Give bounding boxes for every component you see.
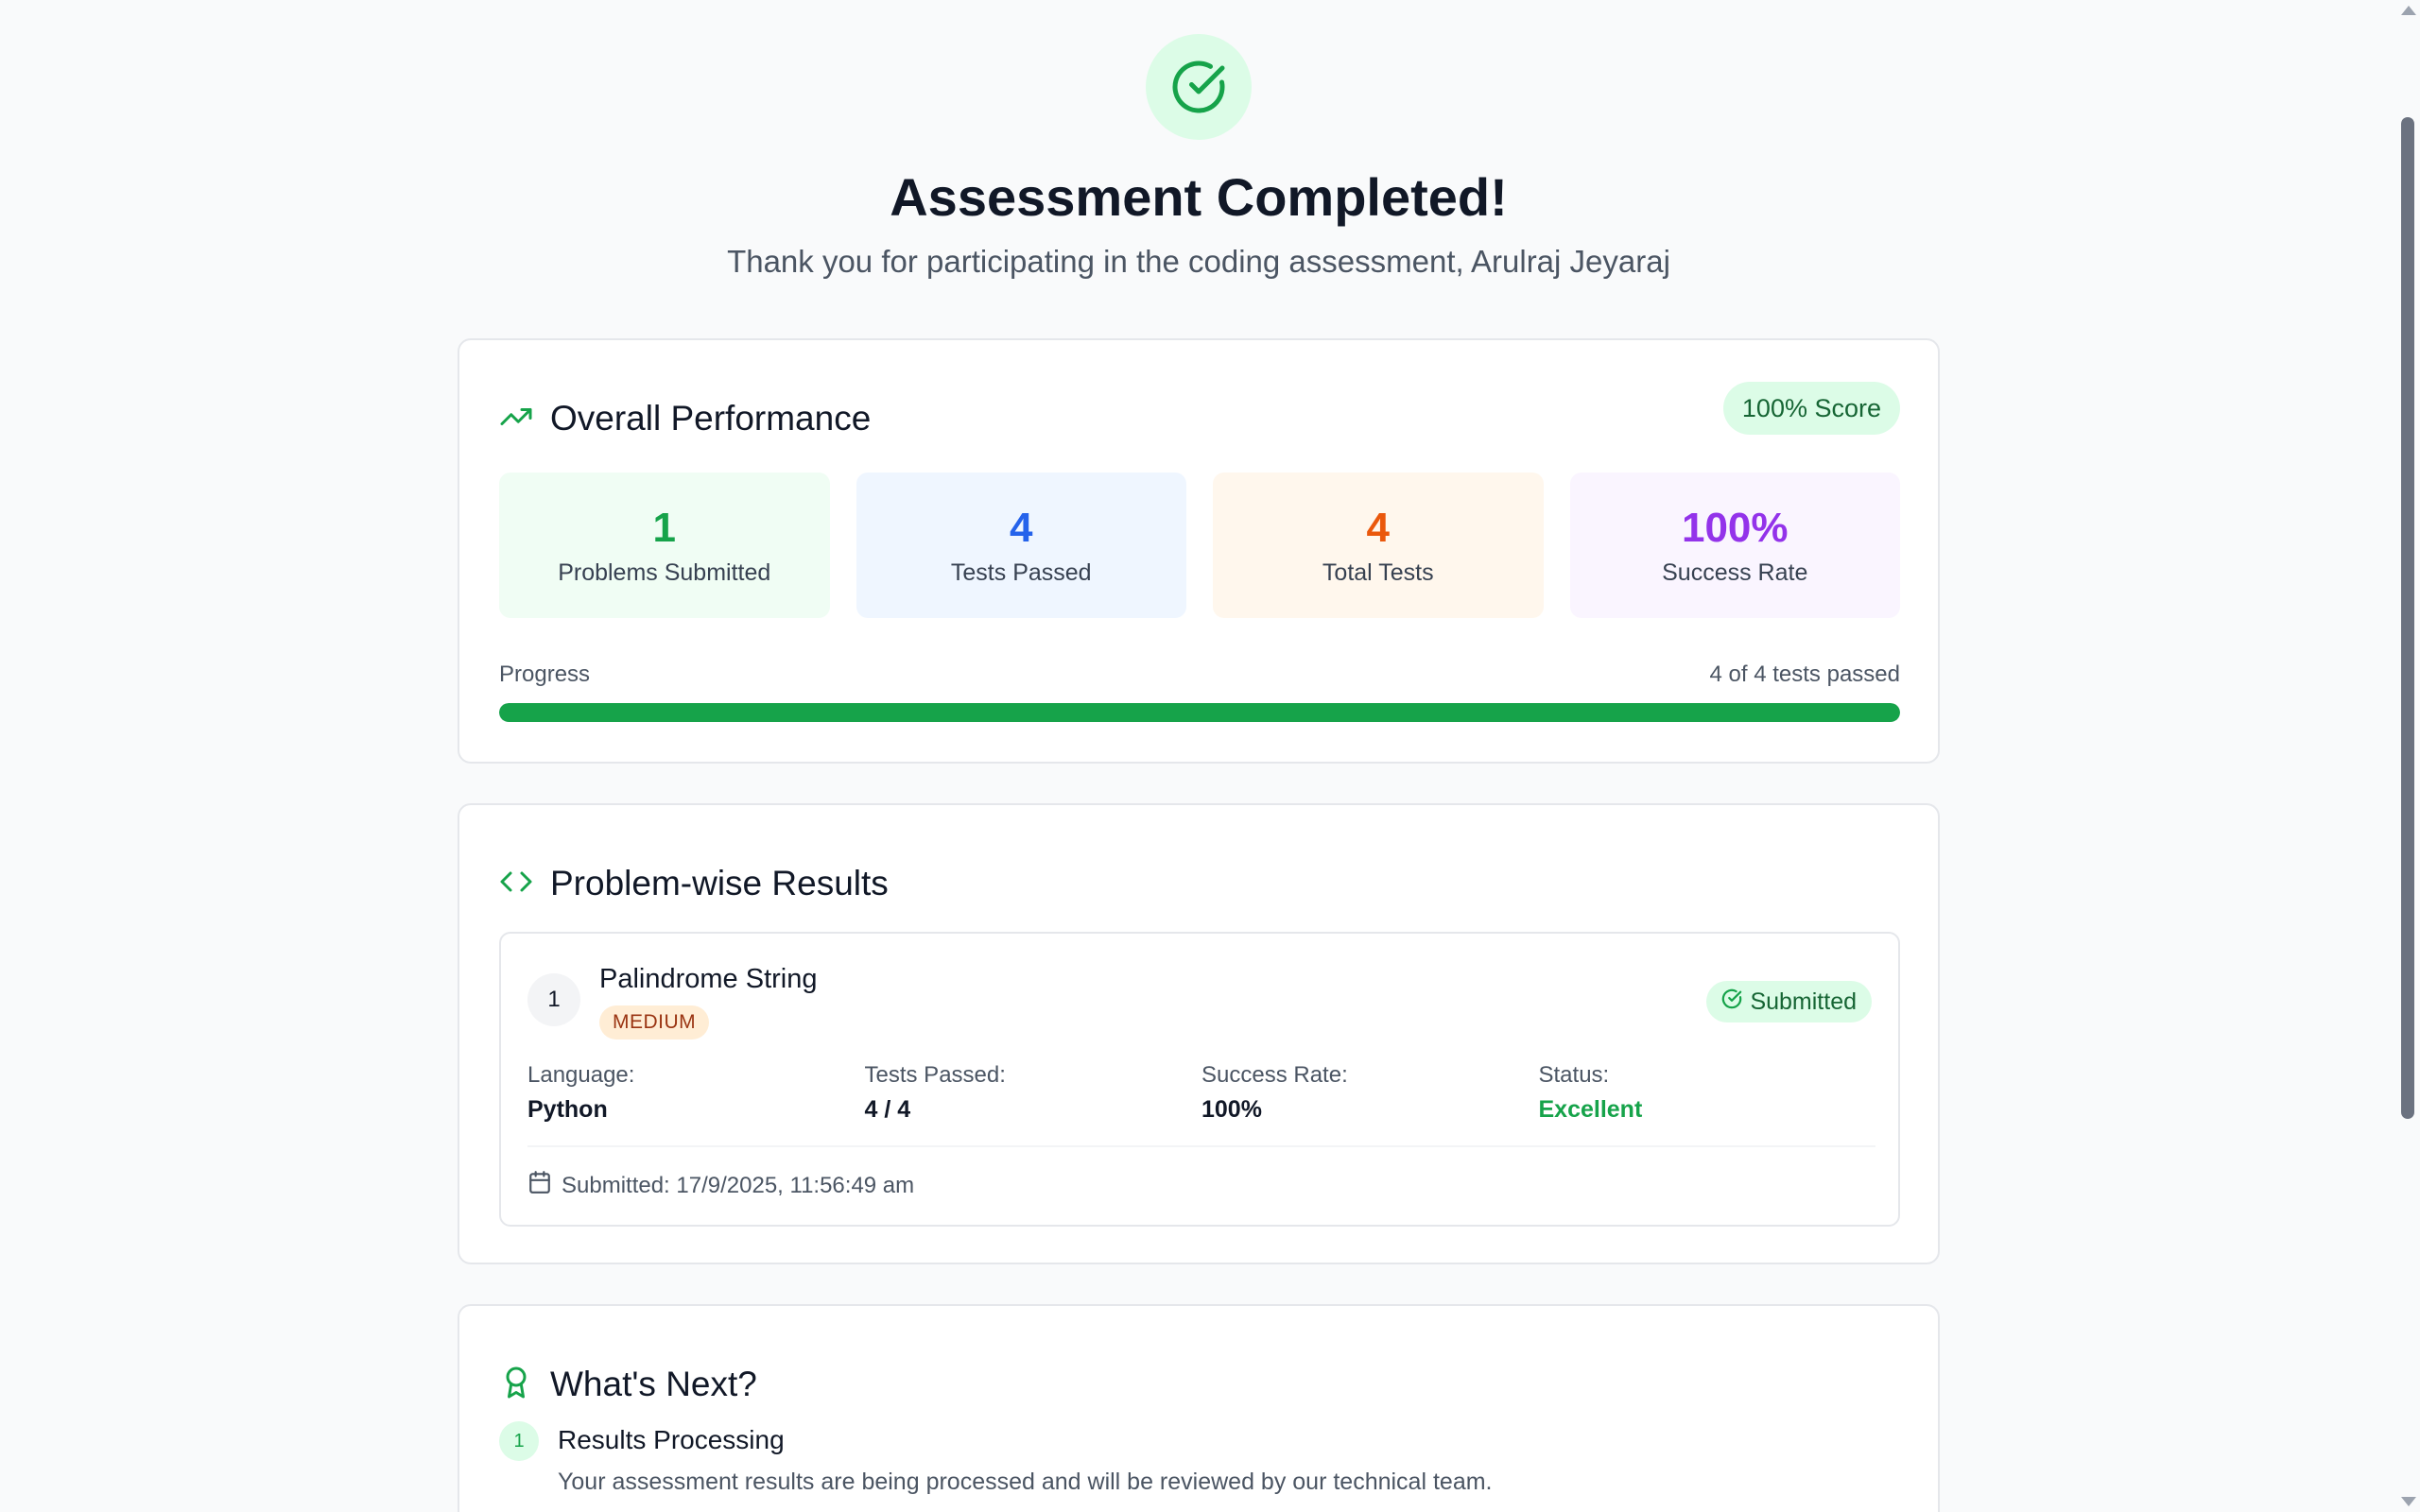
meta-language: Language: Python — [527, 1062, 865, 1124]
status-badge-label: Submitted — [1750, 988, 1857, 1015]
stat-tests-passed: 4 Tests Passed — [856, 472, 1186, 618]
progress-summary: 4 of 4 tests passed — [1709, 662, 1900, 687]
difficulty-badge: MEDIUM — [599, 1005, 710, 1040]
page-title: Assessment Completed! — [890, 167, 1508, 227]
meta-label: Tests Passed: — [864, 1062, 1006, 1088]
card-header: Problem-wise Results — [499, 860, 889, 907]
stat-value: 100% — [1681, 504, 1789, 551]
scroll-down-arrow-icon[interactable] — [2401, 1497, 2416, 1506]
progress-label: Progress — [499, 662, 591, 687]
problem-item: 1 Palindrome String MEDIUM Submitted Lan… — [499, 932, 1900, 1227]
stat-total-tests: 4 Total Tests — [1213, 472, 1544, 618]
stat-label: Total Tests — [1322, 558, 1434, 586]
meta-value: 4 / 4 — [864, 1096, 911, 1123]
status-badge: Submitted — [1706, 981, 1872, 1022]
overall-performance-card: Overall Performance 100% Score 1 Problem… — [458, 338, 1940, 764]
page: Assessment Completed! Thank you for part… — [0, 0, 2397, 1512]
problem-meta: Language: Python Tests Passed: 4 / 4 Suc… — [527, 1062, 1876, 1124]
check-circle-icon — [1146, 34, 1252, 140]
stat-label: Tests Passed — [950, 558, 1092, 586]
card-title: Problem-wise Results — [550, 864, 889, 902]
meta-value: 100% — [1201, 1096, 1262, 1123]
divider — [527, 1145, 1876, 1147]
whats-next-card: What's Next? 1 Results Processing Your a… — [458, 1304, 1940, 1512]
scroll-up-arrow-icon[interactable] — [2401, 6, 2416, 15]
stat-value: 1 — [652, 504, 676, 551]
meta-tests-passed: Tests Passed: 4 / 4 — [865, 1062, 1202, 1124]
card-header: Overall Performance — [499, 395, 871, 442]
meta-success-rate: Success Rate: 100% — [1201, 1062, 1539, 1124]
progress-header: Progress 4 of 4 tests passed — [499, 662, 1900, 688]
problem-title: Palindrome String — [599, 964, 818, 994]
meta-label: Language: — [527, 1062, 635, 1088]
stat-value: 4 — [1366, 504, 1390, 551]
progress-fill — [499, 703, 1900, 722]
submitted-text: Submitted: 17/9/2025, 11:56:49 am — [562, 1172, 915, 1198]
step-title: Results Processing — [558, 1425, 785, 1454]
stat-label: Problems Submitted — [558, 558, 771, 586]
stat-success-rate: 100% Success Rate — [1569, 472, 1900, 618]
problem-number: 1 — [527, 973, 580, 1026]
card-title: What's Next? — [550, 1365, 757, 1403]
meta-label: Status: — [1538, 1062, 1610, 1088]
calendar-icon — [527, 1170, 552, 1201]
problem-results-card: Problem-wise Results 1 Palindrome String… — [458, 803, 1940, 1264]
meta-value: Python — [527, 1096, 608, 1123]
stat-problems-submitted: 1 Problems Submitted — [499, 472, 830, 618]
progress-bar — [499, 703, 1900, 722]
card-header: What's Next? — [499, 1361, 757, 1408]
code-icon — [499, 865, 533, 903]
step-description: Your assessment results are being proces… — [558, 1469, 1493, 1495]
page-subtitle: Thank you for participating in the codin… — [727, 244, 1670, 279]
step-number: 1 — [499, 1421, 539, 1461]
vertical-scrollbar[interactable] — [2397, 0, 2420, 1512]
stats-grid: 1 Problems Submitted 4 Tests Passed 4 To… — [499, 472, 1900, 618]
check-circle-icon — [1721, 988, 1742, 1016]
stat-label: Success Rate — [1662, 558, 1808, 586]
card-title: Overall Performance — [550, 399, 872, 438]
trending-up-icon — [499, 400, 533, 438]
score-badge: 100% Score — [1722, 382, 1900, 435]
stat-value: 4 — [1010, 504, 1033, 551]
meta-value: Excellent — [1538, 1096, 1643, 1123]
submitted-timestamp: Submitted: 17/9/2025, 11:56:49 am — [527, 1170, 914, 1201]
meta-label: Success Rate: — [1201, 1062, 1348, 1088]
award-icon — [499, 1366, 533, 1404]
scrollbar-thumb[interactable] — [2401, 117, 2414, 1119]
meta-status: Status: Excellent — [1539, 1062, 1876, 1124]
